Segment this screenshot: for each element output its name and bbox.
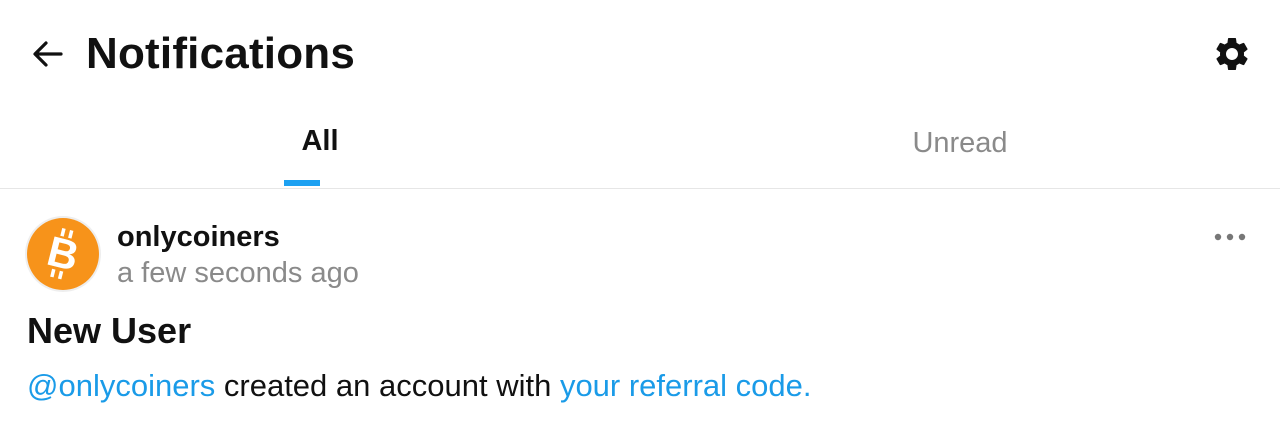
notification-author[interactable]: onlycoiners [117, 219, 280, 255]
active-tab-indicator [284, 180, 320, 186]
page-title: Notifications [86, 29, 356, 78]
notification-item[interactable]: B onlycoiners a few seconds ago New User… [0, 189, 1280, 425]
header: Notifications [0, 0, 1280, 108]
tab-unread-label: Unread [912, 127, 1008, 159]
mention-link[interactable]: @onlycoiners [27, 368, 215, 403]
tab-unread[interactable]: Unread [640, 108, 1280, 188]
tab-bar: All Unread [0, 108, 1280, 189]
back-button[interactable] [28, 34, 68, 74]
more-horizontal-icon [1214, 233, 1246, 241]
notification-timestamp: a few seconds ago [117, 257, 359, 289]
referral-code-link[interactable]: your referral code. [560, 368, 812, 403]
bitcoin-logo-icon: B [43, 227, 84, 280]
notification-body-text: created an account with [215, 368, 560, 403]
notification-body: @onlycoiners created an account with you… [27, 366, 812, 406]
gear-icon [1216, 37, 1248, 70]
arrow-left-icon [33, 41, 63, 67]
avatar[interactable]: B [27, 218, 99, 290]
notification-title: New User [27, 310, 192, 351]
settings-button[interactable] [1212, 34, 1252, 74]
tab-all-label: All [301, 125, 339, 157]
tab-all[interactable]: All [0, 108, 640, 188]
more-options-button[interactable] [1212, 225, 1248, 249]
